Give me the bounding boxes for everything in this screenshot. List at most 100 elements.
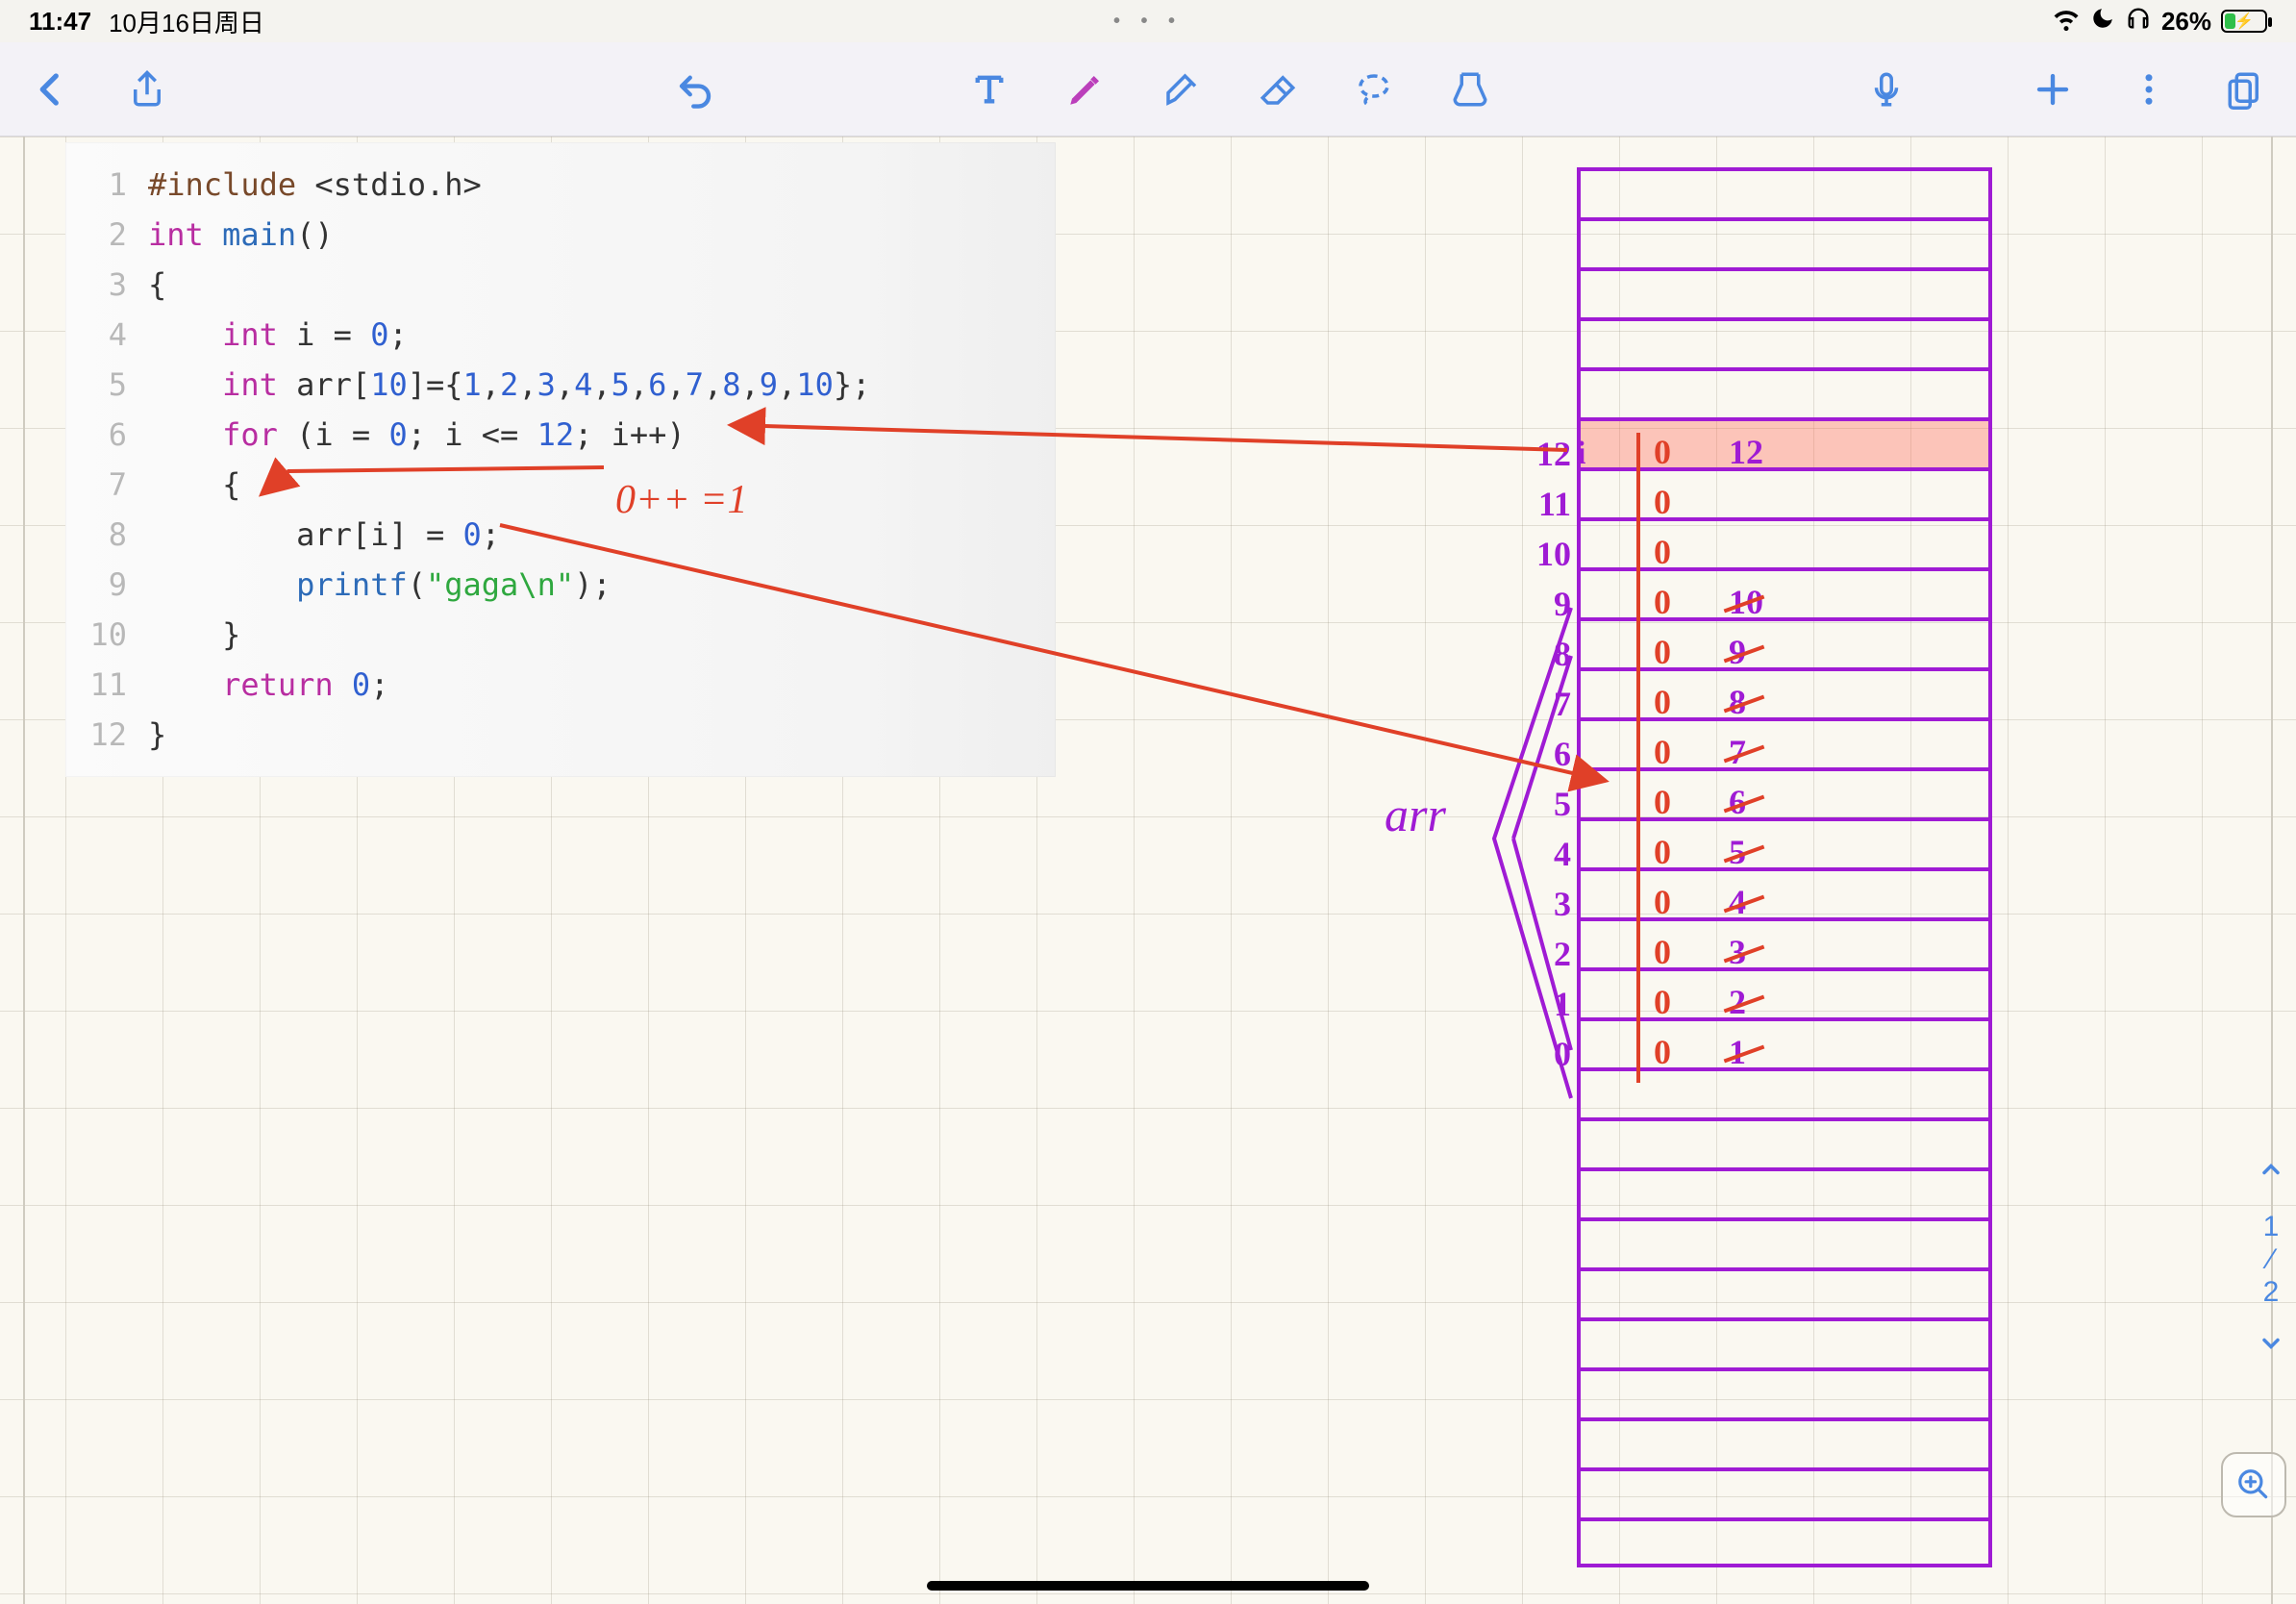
line-number: 11 bbox=[65, 660, 148, 710]
stack-zero: 0 bbox=[1654, 677, 1671, 727]
stack-row bbox=[1577, 1167, 1992, 1217]
stack-zero: 0 bbox=[1654, 427, 1671, 477]
stack-row bbox=[1577, 367, 1992, 417]
line-number: 2 bbox=[65, 210, 148, 260]
page-down-icon[interactable] bbox=[2258, 1330, 2284, 1364]
line-number: 1 bbox=[65, 160, 148, 210]
stack-zero: 0 bbox=[1654, 827, 1671, 877]
add-button[interactable] bbox=[2031, 67, 2075, 112]
code-line: 6 for (i = 0; i <= 12; i++) bbox=[65, 410, 1056, 460]
line-number: 4 bbox=[65, 310, 148, 360]
stack-index: 10 bbox=[1500, 529, 1571, 579]
stack-zero: 0 bbox=[1654, 877, 1671, 927]
headphones-icon bbox=[2125, 5, 2152, 38]
pages-button[interactable] bbox=[2223, 67, 2267, 112]
stack-row bbox=[1577, 317, 1992, 367]
highlighter-tool-button[interactable] bbox=[1160, 67, 1204, 112]
code-line: 8 arr[i] = 0; bbox=[65, 510, 1056, 560]
toolbar bbox=[0, 42, 2296, 137]
code-line: 7 { bbox=[65, 460, 1056, 510]
code-line: 4 int i = 0; bbox=[65, 310, 1056, 360]
stack-zero: 0 bbox=[1654, 777, 1671, 827]
code-line: 11 return 0; bbox=[65, 660, 1056, 710]
pen-tool-button[interactable] bbox=[1063, 67, 1108, 112]
stack-oldval: 4 bbox=[1729, 877, 1763, 927]
undo-button[interactable] bbox=[673, 67, 717, 112]
microphone-button[interactable] bbox=[1864, 67, 1909, 112]
battery-pct: 26% bbox=[2161, 7, 2211, 37]
line-number: 5 bbox=[65, 360, 148, 410]
stack-oldval: 5 bbox=[1729, 827, 1763, 877]
page-total: 2 bbox=[2263, 1278, 2280, 1307]
share-button[interactable] bbox=[125, 67, 169, 112]
home-indicator[interactable] bbox=[927, 1581, 1369, 1591]
lasso-tool-button[interactable] bbox=[1352, 67, 1396, 112]
stack-row bbox=[1577, 217, 1992, 267]
page-current: 1 bbox=[2263, 1213, 2280, 1241]
line-number: 12 bbox=[65, 710, 148, 760]
stack-row bbox=[1577, 1267, 1992, 1317]
stack-zero: 0 bbox=[1654, 477, 1671, 527]
code-line: 5 int arr[10]={1,2,3,4,5,6,7,8,9,10}; bbox=[65, 360, 1056, 410]
stack-row bbox=[1577, 1217, 1992, 1267]
status-date: 10月16日周日 bbox=[109, 4, 264, 39]
stack-oldval bbox=[1729, 477, 1763, 527]
line-number: 7 bbox=[65, 460, 148, 510]
stack-row bbox=[1577, 1417, 1992, 1467]
line-number: 3 bbox=[65, 260, 148, 310]
oldvals-column: 12 10987654321 bbox=[1729, 427, 1763, 1077]
stack-row bbox=[1577, 1517, 1992, 1567]
back-button[interactable] bbox=[29, 67, 73, 112]
stack-index: 11 bbox=[1500, 479, 1571, 529]
stack-oldval: 3 bbox=[1729, 927, 1763, 977]
status-time: 11:47 bbox=[29, 7, 91, 37]
stack-oldval: 6 bbox=[1729, 777, 1763, 827]
code-line: 12} bbox=[65, 710, 1056, 760]
stack-row bbox=[1577, 1367, 1992, 1417]
multitask-dots[interactable]: • • • bbox=[1113, 11, 1183, 33]
stack-zero: 0 bbox=[1654, 627, 1671, 677]
stack-zero: 0 bbox=[1654, 1027, 1671, 1077]
arr-bracket bbox=[1465, 598, 1619, 1137]
code-line: 1#include <stdio.h> bbox=[65, 160, 1056, 210]
stack-zero: 0 bbox=[1654, 727, 1671, 777]
eraser-tool-button[interactable] bbox=[1256, 67, 1300, 112]
page-up-icon[interactable] bbox=[2258, 1156, 2284, 1190]
stack-index: 12i bbox=[1500, 429, 1571, 479]
more-button[interactable] bbox=[2127, 67, 2171, 112]
stack-row bbox=[1577, 267, 1992, 317]
arr-label: arr bbox=[1385, 787, 1446, 842]
stack-zero: 0 bbox=[1654, 527, 1671, 577]
zoom-in-button[interactable] bbox=[2221, 1452, 2286, 1517]
battery-icon: ⚡ bbox=[2221, 10, 2267, 33]
code-line: 10 } bbox=[65, 610, 1056, 660]
stack-oldval: 12 bbox=[1729, 427, 1763, 477]
stack-oldval bbox=[1729, 527, 1763, 577]
line-number: 10 bbox=[65, 610, 148, 660]
page-navigator[interactable]: 1 ⁄ 2 bbox=[2250, 1156, 2292, 1364]
canvas[interactable]: 1#include <stdio.h>2int main()3{4 int i … bbox=[0, 137, 2296, 1604]
page-indicator: 1 ⁄ 2 bbox=[2263, 1213, 2280, 1307]
stack-row bbox=[1577, 167, 1992, 217]
page-sep: ⁄ bbox=[2268, 1245, 2273, 1274]
dnd-moon-icon bbox=[2090, 6, 2115, 38]
stack-zero: 0 bbox=[1654, 927, 1671, 977]
zeros-column: 0000000000000 bbox=[1654, 427, 1671, 1077]
code-line: 3{ bbox=[65, 260, 1056, 310]
stack-zero: 0 bbox=[1654, 577, 1671, 627]
i-variable-tag: i bbox=[1577, 429, 1585, 479]
line-number: 9 bbox=[65, 560, 148, 610]
stack-oldval: 1 bbox=[1729, 1027, 1763, 1077]
code-line: 9 printf("gaga\n"); bbox=[65, 560, 1056, 610]
stack-oldval: 7 bbox=[1729, 727, 1763, 777]
shape-tool-button[interactable] bbox=[1448, 67, 1492, 112]
stack-oldval: 2 bbox=[1729, 977, 1763, 1027]
wifi-icon bbox=[2052, 4, 2081, 39]
text-tool-button[interactable] bbox=[967, 67, 1011, 112]
line-number: 6 bbox=[65, 410, 148, 460]
code-block: 1#include <stdio.h>2int main()3{4 int i … bbox=[65, 142, 1056, 777]
stack-oldval: 9 bbox=[1729, 627, 1763, 677]
stack-oldval: 10 bbox=[1729, 577, 1763, 627]
stack-oldval: 8 bbox=[1729, 677, 1763, 727]
stack-row bbox=[1577, 1317, 1992, 1367]
